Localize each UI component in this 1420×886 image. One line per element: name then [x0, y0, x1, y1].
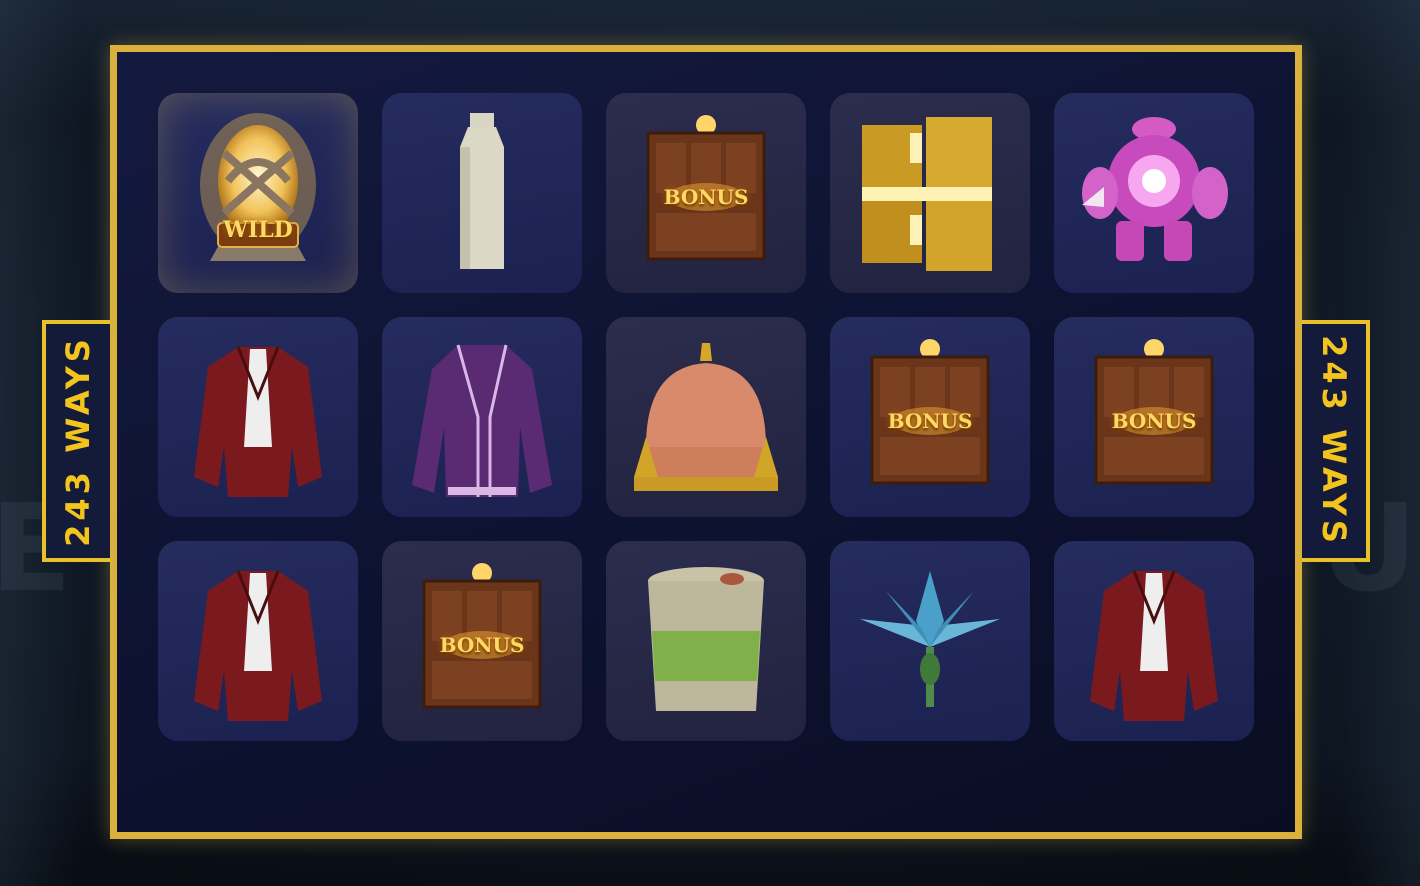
reel-cell: WILD [158, 93, 358, 293]
blue-flower-icon [860, 571, 1000, 707]
reel-cell: BONUS [1054, 317, 1254, 517]
reel-cell [830, 93, 1030, 293]
ways-label-text: 243 WAYS [1315, 335, 1353, 547]
red-blazer-icon [194, 570, 322, 721]
reel-cell [382, 317, 582, 517]
glitter-cake-icon [634, 343, 778, 491]
green-cup-icon [648, 567, 764, 711]
bonus-chest-icon [646, 115, 766, 261]
red-blazer-icon [194, 346, 322, 497]
wild-egg-icon [200, 113, 316, 261]
reel-cell [1054, 541, 1254, 741]
pink-robot-icon [1082, 117, 1228, 261]
ways-label-left: 243 WAYS [42, 320, 110, 562]
reel-cell [158, 317, 358, 517]
reel-cell: BONUS [606, 93, 806, 293]
reel-cell [382, 93, 582, 293]
bonus-chest-icon [422, 563, 542, 709]
ways-label-right: 243 WAYS [1302, 320, 1370, 562]
reel-cell: BONUS [382, 541, 582, 741]
bonus-chest-icon [870, 339, 990, 485]
reel-grid: WILD BONUS BONUS BONUS BONUS [158, 93, 1254, 741]
white-bottle-icon [460, 113, 504, 269]
gold-blocks-icon [862, 117, 992, 271]
reel-cell [606, 317, 806, 517]
reel-cell [606, 541, 806, 741]
purple-jacket-icon [412, 344, 552, 497]
reel-cell: BONUS [830, 317, 1030, 517]
bonus-chest-icon [1094, 339, 1214, 485]
red-blazer-icon [1090, 570, 1218, 721]
reel-cell [830, 541, 1030, 741]
ways-label-text: 243 WAYS [59, 335, 97, 547]
reel-cell [158, 541, 358, 741]
reel-cell [1054, 93, 1254, 293]
